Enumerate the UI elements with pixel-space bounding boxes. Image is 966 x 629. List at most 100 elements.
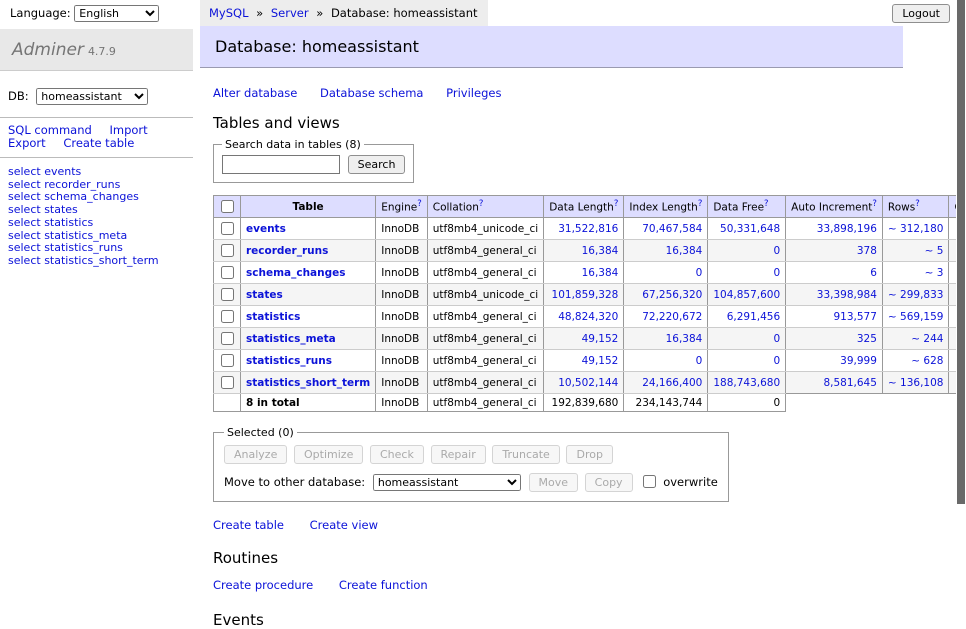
search-input[interactable] [222, 155, 340, 174]
select-link[interactable]: select [8, 203, 41, 216]
table-link[interactable]: statistics [44, 216, 93, 229]
rows-count-link[interactable]: ~ 569,159 [888, 311, 944, 323]
export-link[interactable]: Export [8, 136, 46, 150]
table-link[interactable]: statistics_meta [44, 229, 127, 242]
row-checkbox[interactable] [221, 376, 234, 389]
data-length-link[interactable]: 101,859,328 [552, 289, 619, 301]
auto-increment-link[interactable]: 325 [857, 333, 877, 345]
table-link[interactable]: schema_changes [44, 190, 139, 203]
alter-database-link[interactable]: Alter database [213, 86, 297, 100]
table-name-link[interactable]: statistics [246, 311, 300, 323]
help-link[interactable]: ? [915, 199, 920, 209]
row-checkbox[interactable] [221, 310, 234, 323]
index-length-link[interactable]: 16,384 [666, 245, 703, 257]
index-length-link[interactable]: 0 [696, 267, 703, 279]
logout-button[interactable]: Logout [892, 4, 950, 23]
index-length-link[interactable]: 72,220,672 [642, 311, 702, 323]
data-length-link[interactable]: 49,152 [582, 333, 619, 345]
table-name-link[interactable]: schema_changes [246, 267, 346, 279]
data-free-link[interactable]: 0 [773, 245, 780, 257]
auto-increment-link[interactable]: 913,577 [834, 311, 877, 323]
row-checkbox[interactable] [221, 266, 234, 279]
table-link[interactable]: statistics_runs [44, 241, 123, 254]
table-link[interactable]: recorder_runs [44, 178, 120, 191]
move-button[interactable]: Move [529, 473, 579, 492]
rows-count-link[interactable]: ~ 3 [925, 267, 944, 279]
privileges-link[interactable]: Privileges [446, 86, 501, 100]
data-free-link[interactable]: 50,331,648 [720, 223, 780, 235]
data-free-link[interactable]: 0 [773, 355, 780, 367]
search-button[interactable]: Search [348, 155, 406, 174]
rows-count-link[interactable]: ~ 136,108 [888, 377, 944, 389]
help-link[interactable]: ? [614, 199, 619, 209]
select-link[interactable]: select [8, 216, 41, 229]
overwrite-checkbox[interactable] [643, 475, 656, 488]
vertical-scrollbar[interactable] [956, 0, 966, 543]
table-link[interactable]: statistics_short_term [44, 254, 158, 267]
create-procedure-link[interactable]: Create procedure [213, 578, 313, 592]
import-link[interactable]: Import [109, 123, 147, 137]
auto-increment-link[interactable]: 6 [870, 267, 877, 279]
auto-increment-link[interactable]: 33,398,984 [817, 289, 877, 301]
database-schema-link[interactable]: Database schema [320, 86, 423, 100]
row-checkbox[interactable] [221, 244, 234, 257]
create-table-link[interactable]: Create table [213, 518, 284, 532]
index-length-link[interactable]: 70,467,584 [642, 223, 702, 235]
table-link[interactable]: states [44, 203, 78, 216]
rows-count-link[interactable]: ~ 312,180 [888, 223, 944, 235]
data-length-link[interactable]: 31,522,816 [558, 223, 618, 235]
db-select[interactable]: homeassistant [36, 88, 148, 105]
select-link[interactable]: select [8, 190, 41, 203]
analyze-button[interactable]: Analyze [224, 445, 287, 464]
truncate-button[interactable]: Truncate [492, 445, 559, 464]
auto-increment-link[interactable]: 8,581,645 [823, 377, 876, 389]
help-link[interactable]: ? [479, 199, 484, 209]
table-name-link[interactable]: statistics_short_term [246, 377, 370, 389]
rows-count-link[interactable]: ~ 628 [911, 355, 943, 367]
scrollbar-thumb[interactable] [957, 0, 965, 504]
index-length-link[interactable]: 16,384 [666, 333, 703, 345]
table-name-link[interactable]: recorder_runs [246, 245, 328, 257]
select-all-checkbox[interactable] [221, 200, 234, 213]
repair-button[interactable]: Repair [431, 445, 486, 464]
row-checkbox[interactable] [221, 222, 234, 235]
drop-button[interactable]: Drop [566, 445, 612, 464]
create-table-link-sidebar[interactable]: Create table [63, 136, 134, 150]
rows-count-link[interactable]: ~ 244 [911, 333, 943, 345]
data-length-link[interactable]: 49,152 [582, 355, 619, 367]
row-checkbox[interactable] [221, 354, 234, 367]
row-checkbox[interactable] [221, 288, 234, 301]
row-checkbox[interactable] [221, 332, 234, 345]
data-length-link[interactable]: 16,384 [582, 267, 619, 279]
rows-count-link[interactable]: ~ 5 [925, 245, 944, 257]
auto-increment-link[interactable]: 378 [857, 245, 877, 257]
data-free-link[interactable]: 188,743,680 [713, 377, 780, 389]
breadcrumb-server-link[interactable]: Server [271, 6, 309, 20]
index-length-link[interactable]: 0 [696, 355, 703, 367]
table-name-link[interactable]: events [246, 223, 286, 235]
create-view-link[interactable]: Create view [310, 518, 378, 532]
help-link[interactable]: ? [872, 199, 877, 209]
select-link[interactable]: select [8, 165, 41, 178]
select-link[interactable]: select [8, 241, 41, 254]
data-free-link[interactable]: 6,291,456 [727, 311, 780, 323]
data-free-link[interactable]: 104,857,600 [713, 289, 780, 301]
data-length-link[interactable]: 16,384 [582, 245, 619, 257]
language-select[interactable]: English [74, 5, 159, 22]
copy-button[interactable]: Copy [585, 473, 633, 492]
select-link[interactable]: select [8, 178, 41, 191]
move-database-select[interactable]: homeassistant [373, 474, 521, 491]
data-length-link[interactable]: 48,824,320 [558, 311, 618, 323]
create-function-link[interactable]: Create function [339, 578, 428, 592]
table-name-link[interactable]: states [246, 289, 283, 301]
breadcrumb-mysql-link[interactable]: MySQL [209, 6, 249, 20]
check-button[interactable]: Check [370, 445, 424, 464]
select-link[interactable]: select [8, 229, 41, 242]
table-link[interactable]: events [44, 165, 81, 178]
index-length-link[interactable]: 67,256,320 [642, 289, 702, 301]
auto-increment-link[interactable]: 39,999 [840, 355, 877, 367]
help-link[interactable]: ? [764, 199, 769, 209]
table-name-link[interactable]: statistics_runs [246, 355, 332, 367]
optimize-button[interactable]: Optimize [294, 445, 363, 464]
select-link[interactable]: select [8, 254, 41, 267]
